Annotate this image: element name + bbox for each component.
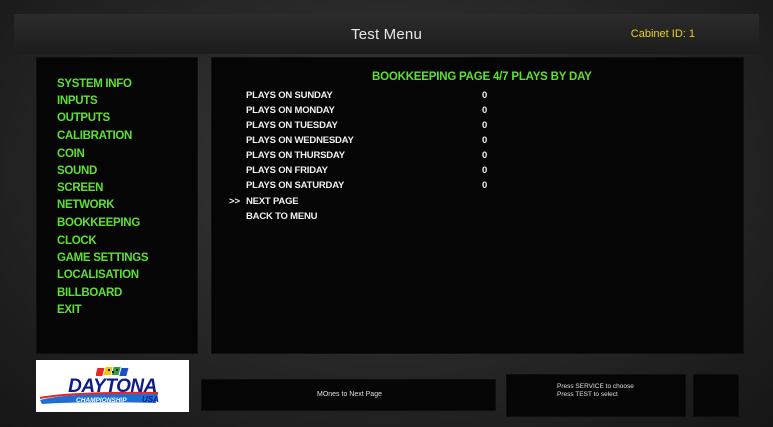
menu-item-game-settings[interactable]: GAME SETTINGS	[57, 252, 149, 264]
back-to-menu-item[interactable]: BACK TO MENU	[246, 211, 318, 222]
row-label-monday: PLAYS ON MONDAY	[246, 105, 335, 116]
row-value-wednesday: 0	[482, 135, 488, 146]
row-label-tuesday: PLAYS ON TUESDAY	[246, 120, 338, 131]
menu-item-bookkeeping[interactable]: BOOKKEEPING	[57, 217, 140, 229]
menu-item-outputs[interactable]: OUTPUTS	[57, 112, 110, 124]
selection-cursor: >>	[229, 196, 241, 207]
page-heading: BOOKKEEPING PAGE 4/7 PLAYS BY DAY	[372, 71, 592, 83]
test-menu-screen: Test Menu Cabinet ID: 1 SYSTEM INFO INPU…	[0, 0, 773, 427]
menu-item-billboard[interactable]: BILLBOARD	[57, 287, 122, 299]
menu-item-network[interactable]: NETWORK	[57, 199, 115, 211]
row-value-tuesday: 0	[482, 120, 488, 131]
row-value-thursday: 0	[482, 150, 488, 161]
row-label-sunday: PLAYS ON SUNDAY	[246, 90, 333, 101]
menu-item-calibration[interactable]: CALIBRATION	[57, 130, 132, 142]
content-panel: BOOKKEEPING PAGE 4/7 PLAYS BY DAY PLAYS …	[211, 57, 744, 354]
main-menu-panel: SYSTEM INFO INPUTS OUTPUTS CALIBRATION C…	[36, 57, 198, 354]
next-page-item[interactable]: NEXT PAGE	[246, 196, 299, 207]
row-value-monday: 0	[482, 105, 488, 116]
menu-item-exit[interactable]: EXIT	[57, 304, 82, 316]
logo-suffix: USA	[142, 395, 159, 404]
row-value-saturday: 0	[482, 180, 488, 191]
menu-item-system-info[interactable]: SYSTEM INFO	[57, 78, 132, 90]
help-panel: Press SERVICE to choose Press TEST to se…	[506, 374, 686, 417]
row-label-wednesday: PLAYS ON WEDNESDAY	[246, 135, 354, 146]
menu-item-clock[interactable]: CLOCK	[57, 235, 97, 247]
menu-item-coin[interactable]: COIN	[57, 148, 85, 160]
menu-item-screen[interactable]: SCREEN	[57, 182, 103, 194]
hint-panel: MOnes to Next Page	[201, 379, 496, 411]
menu-item-sound[interactable]: SOUND	[57, 165, 97, 177]
hint-text: MOnes to Next Page	[317, 391, 382, 398]
corner-panel	[693, 374, 739, 417]
help-line-test: Press TEST to select	[557, 391, 618, 398]
row-label-saturday: PLAYS ON SATURDAY	[246, 180, 345, 191]
daytona-logo: DAYTONA CHAMPIONSHIP USA	[36, 360, 189, 412]
row-value-friday: 0	[482, 165, 488, 176]
help-line-service: Press SERVICE to choose	[557, 383, 634, 390]
menu-item-inputs[interactable]: INPUTS	[57, 95, 98, 107]
row-label-friday: PLAYS ON FRIDAY	[246, 165, 328, 176]
logo-subtitle: CHAMPIONSHIP	[76, 397, 127, 404]
menu-item-localisation[interactable]: LOCALISATION	[57, 269, 139, 281]
row-label-thursday: PLAYS ON THURSDAY	[246, 150, 345, 161]
row-value-sunday: 0	[482, 90, 488, 101]
cabinet-id-label: Cabinet ID: 1	[630, 28, 695, 40]
